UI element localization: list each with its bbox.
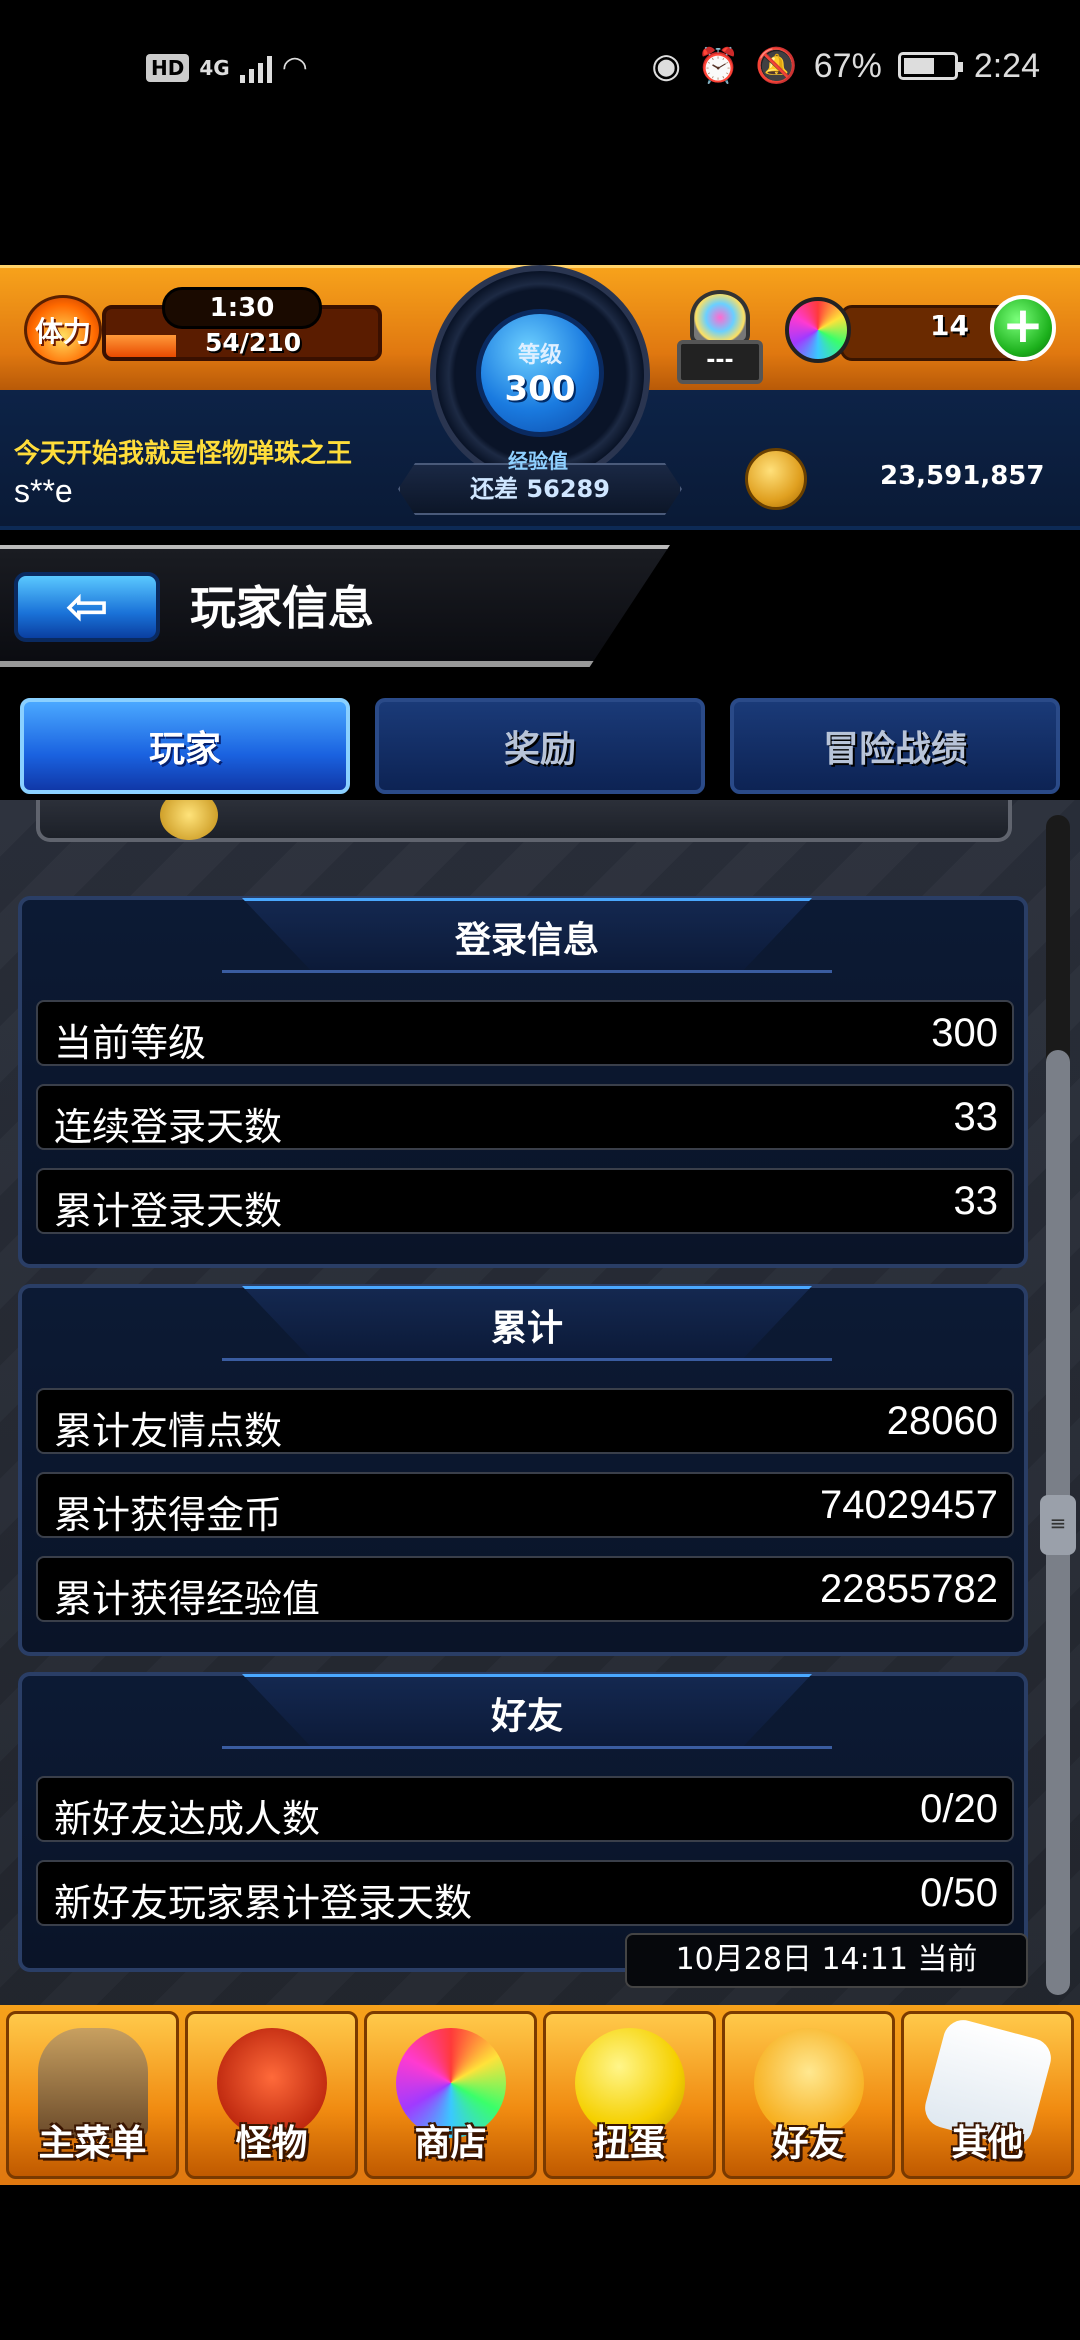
stat-value: 0/20 [920, 1787, 998, 1831]
stat-row: 连续登录天数 33 [36, 1084, 1014, 1150]
section-friends: 好友 新好友达成人数 0/20 新好友玩家累计登录天数 0/50 [18, 1672, 1028, 1972]
stat-row: 新好友玩家累计登录天数 0/50 [36, 1860, 1014, 1926]
tab-label: 冒险战绩 [822, 729, 967, 770]
stat-label: 连续登录天数 [54, 1105, 283, 1149]
coin-count: 23,591,857 [880, 461, 1045, 491]
mute-icon: 🔕 [755, 47, 798, 85]
stat-label: 累计获得金币 [54, 1493, 283, 1537]
nav-label: 其他 [951, 2123, 1024, 2164]
tab-rewards[interactable]: 奖励 [375, 698, 705, 794]
battery-icon [897, 52, 963, 80]
status-right: ◉ ⏰ 🔕 67% 2:24 [651, 46, 1040, 86]
hd-icon: HD [146, 53, 190, 82]
stat-row: 当前等级 300 [36, 1000, 1014, 1066]
level-label: 等级 [517, 343, 562, 368]
network-type: 4G [199, 55, 230, 80]
stat-value: 0/50 [920, 1871, 998, 1915]
bottom-nav: 主菜单 怪物 商店 扭蛋 好友 其他 [0, 2005, 1080, 2185]
machine-dome [690, 290, 750, 345]
nav-other[interactable]: 其他 [901, 2011, 1074, 2179]
exp-label: 经验值 [508, 449, 568, 473]
coin-icon [745, 448, 807, 510]
back-arrow-icon: ⇦ [65, 577, 109, 637]
stat-row: 累计登录天数 33 [36, 1168, 1014, 1234]
nav-friends[interactable]: 好友 [722, 2011, 895, 2179]
nav-gacha[interactable]: 扭蛋 [543, 2011, 716, 2179]
section-cumulative: 累计 累计友情点数 28060 累计获得金币 74029457 累计获得经验值 … [18, 1284, 1028, 1656]
section-header: 累计 [242, 1286, 812, 1358]
stat-label: 累计友情点数 [54, 1409, 283, 1453]
stamina-icon[interactable]: 体力 [24, 295, 102, 365]
eye-icon: ◉ [651, 47, 682, 85]
tab-label: 奖励 [503, 729, 576, 770]
section-login-info: 登录信息 当前等级 300 连续登录天数 33 累计登录天数 33 [18, 896, 1028, 1268]
nav-shop[interactable]: 商店 [364, 2011, 537, 2179]
battery-level [903, 58, 934, 74]
stat-value: 74029457 [820, 1483, 998, 1527]
stat-value: 22855782 [820, 1567, 998, 1611]
nav-label: 商店 [414, 2123, 487, 2164]
stat-label: 累计登录天数 [54, 1189, 283, 1233]
nav-label: 主菜单 [38, 2123, 147, 2164]
nav-main-menu[interactable]: 主菜单 [6, 2011, 179, 2179]
section-title: 登录信息 [454, 920, 599, 961]
stat-value: 33 [953, 1095, 999, 1139]
stat-label: 新好友玩家累计登录天数 [54, 1881, 473, 1925]
tab-player[interactable]: 玩家 [20, 698, 350, 794]
stat-label: 累计获得经验值 [54, 1577, 321, 1621]
stat-label: 新好友达成人数 [54, 1797, 321, 1841]
nav-label: 扭蛋 [593, 2123, 666, 2164]
tab-adventure-record[interactable]: 冒险战绩 [730, 698, 1060, 794]
section-header: 登录信息 [242, 898, 812, 970]
status-bar: HD 4G ◠ ◉ ⏰ 🔕 67% 2:24 [0, 0, 1080, 130]
back-button[interactable]: ⇦ [14, 572, 160, 642]
stat-value: 33 [953, 1179, 999, 1223]
data-timestamp: 10月28日 14:11 当前 [625, 1933, 1028, 1988]
battery-percent: 67% [813, 46, 882, 85]
signal-icon [239, 53, 272, 83]
stat-value: 300 [931, 1011, 998, 1055]
stat-value: 28060 [886, 1399, 998, 1443]
buy-orbs-button[interactable]: + [990, 295, 1056, 361]
previous-card-edge [36, 800, 1012, 842]
stat-row: 累计获得金币 74029457 [36, 1472, 1014, 1538]
nav-label: 好友 [772, 2123, 845, 2164]
orb-icon [785, 297, 851, 363]
page-title: 玩家信息 [190, 581, 374, 635]
stamina-timer: 1:30 [162, 287, 322, 329]
level-orb: 等级 300 [476, 309, 604, 437]
stat-row: 累计友情点数 28060 [36, 1388, 1014, 1454]
nav-monsters[interactable]: 怪物 [185, 2011, 358, 2179]
section-divider [222, 1358, 832, 1361]
game-hud: 体力 1:30 54/210 等级 300 还差 56289 经验值 --- 1… [0, 265, 1080, 530]
stat-row: 新好友达成人数 0/20 [36, 1776, 1014, 1842]
alarm-icon: ⏰ [697, 47, 740, 85]
section-header: 好友 [242, 1674, 812, 1746]
machine-label: --- [677, 340, 763, 384]
gacha-machine-icon[interactable]: --- [675, 290, 765, 390]
section-divider [222, 1746, 832, 1749]
section-title: 好友 [490, 1696, 563, 1737]
orb-count: 14 [930, 309, 969, 342]
section-divider [222, 970, 832, 973]
scrollbar-grip-icon[interactable]: ≡ [1040, 1495, 1076, 1555]
section-title: 累计 [490, 1308, 563, 1349]
player-info-content[interactable]: 登录信息 当前等级 300 连续登录天数 33 累计登录天数 33 累计 累计友… [0, 800, 1080, 2005]
stamina-value: 54/210 [205, 328, 302, 357]
nav-label: 怪物 [235, 2123, 308, 2164]
clock: 2:24 [973, 46, 1040, 85]
player-name: s**e [14, 473, 73, 509]
stat-label: 当前等级 [54, 1021, 207, 1065]
level-number: 300 [504, 369, 576, 409]
player-motto: 今天开始我就是怪物弹珠之王 [14, 439, 353, 469]
wifi-icon: ◠ [281, 50, 308, 85]
stat-row: 累计获得经验值 22855782 [36, 1556, 1014, 1622]
rank-badge-icon [160, 800, 218, 840]
stamina-fill [106, 335, 176, 357]
tab-label: 玩家 [148, 729, 221, 770]
status-left: HD 4G ◠ [146, 50, 308, 85]
